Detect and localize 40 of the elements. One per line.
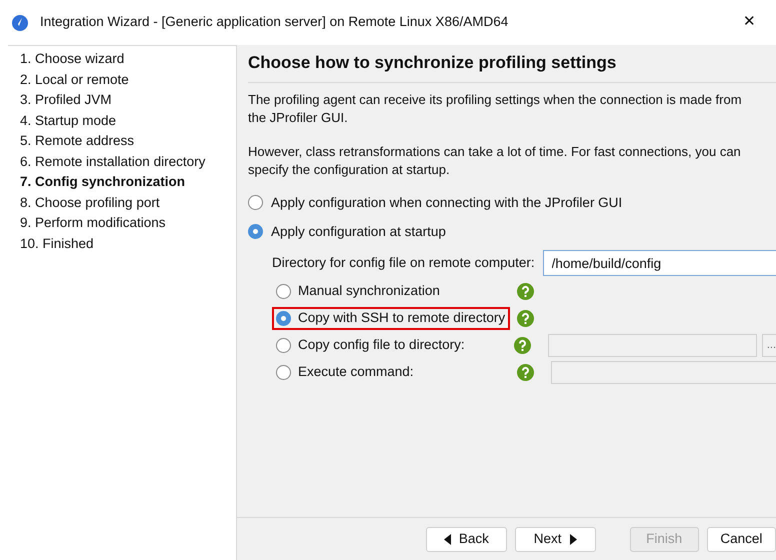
help-icon[interactable] — [517, 364, 534, 381]
option-label: Copy config file to directory: — [298, 336, 465, 354]
option-label: Execute command: — [298, 363, 414, 382]
close-button[interactable]: ✕ — [735, 11, 764, 34]
browse-button[interactable]: ... — [762, 334, 776, 357]
radio-button[interactable] — [276, 338, 291, 353]
radio-button[interactable] — [276, 311, 291, 326]
option-label: Copy with SSH to remote directory — [298, 309, 506, 328]
step-item: 6. Remote installation directory — [20, 152, 206, 171]
radio-button[interactable] — [248, 224, 263, 240]
step-item: 4. Startup mode — [20, 112, 118, 130]
right-triangle-icon — [570, 534, 577, 544]
page-heading: Choose how to synchronize profiling settings — [248, 52, 618, 74]
dialog-button[interactable]: Cancel — [706, 526, 776, 552]
radio-button[interactable] — [248, 195, 263, 210]
step-item: 7. Config synchronization — [20, 173, 186, 191]
option-label: Apply configuration when connecting with the JProfiler GUI — [271, 194, 622, 212]
step-item: 8. Choose profiling port — [20, 194, 161, 212]
step-item: 5. Remote address — [20, 132, 136, 150]
window-title: Integration Wizard - [Generic application server] on Remote Linux X86/AMD64 — [40, 13, 510, 32]
next-button[interactable]: Next — [514, 526, 596, 552]
directory-field[interactable]: /home/build/config — [542, 250, 776, 276]
radio-button[interactable] — [276, 365, 291, 380]
step-item: 3. Profiled JVM — [20, 91, 113, 109]
help-icon[interactable] — [514, 337, 531, 354]
description-text: The profiling agent can receive its profiling settings when the connection is made from the JProfiler GUI. — [248, 90, 743, 126]
description-text: However, class retransformations can take a lot of time. For fast connections, you can specify the configuration at startup. — [248, 142, 742, 178]
app-logo-icon — [12, 14, 28, 30]
step-item: 9. Perform modifications — [20, 214, 167, 232]
step-item: 1. Choose wizard — [20, 50, 126, 68]
radio-button[interactable] — [276, 284, 291, 299]
left-triangle-icon — [444, 534, 451, 544]
help-icon[interactable] — [517, 310, 534, 327]
back-button[interactable]: Back — [426, 526, 507, 552]
help-icon[interactable] — [517, 283, 534, 300]
option-label: Manual synchronization — [298, 282, 440, 300]
option-label: Apply configuration at startup — [271, 222, 446, 241]
step-item: 10. Finished — [20, 234, 95, 252]
field-label: Directory for config file on remote computer: — [272, 254, 535, 272]
step-item: 2. Local or remote — [20, 70, 130, 88]
